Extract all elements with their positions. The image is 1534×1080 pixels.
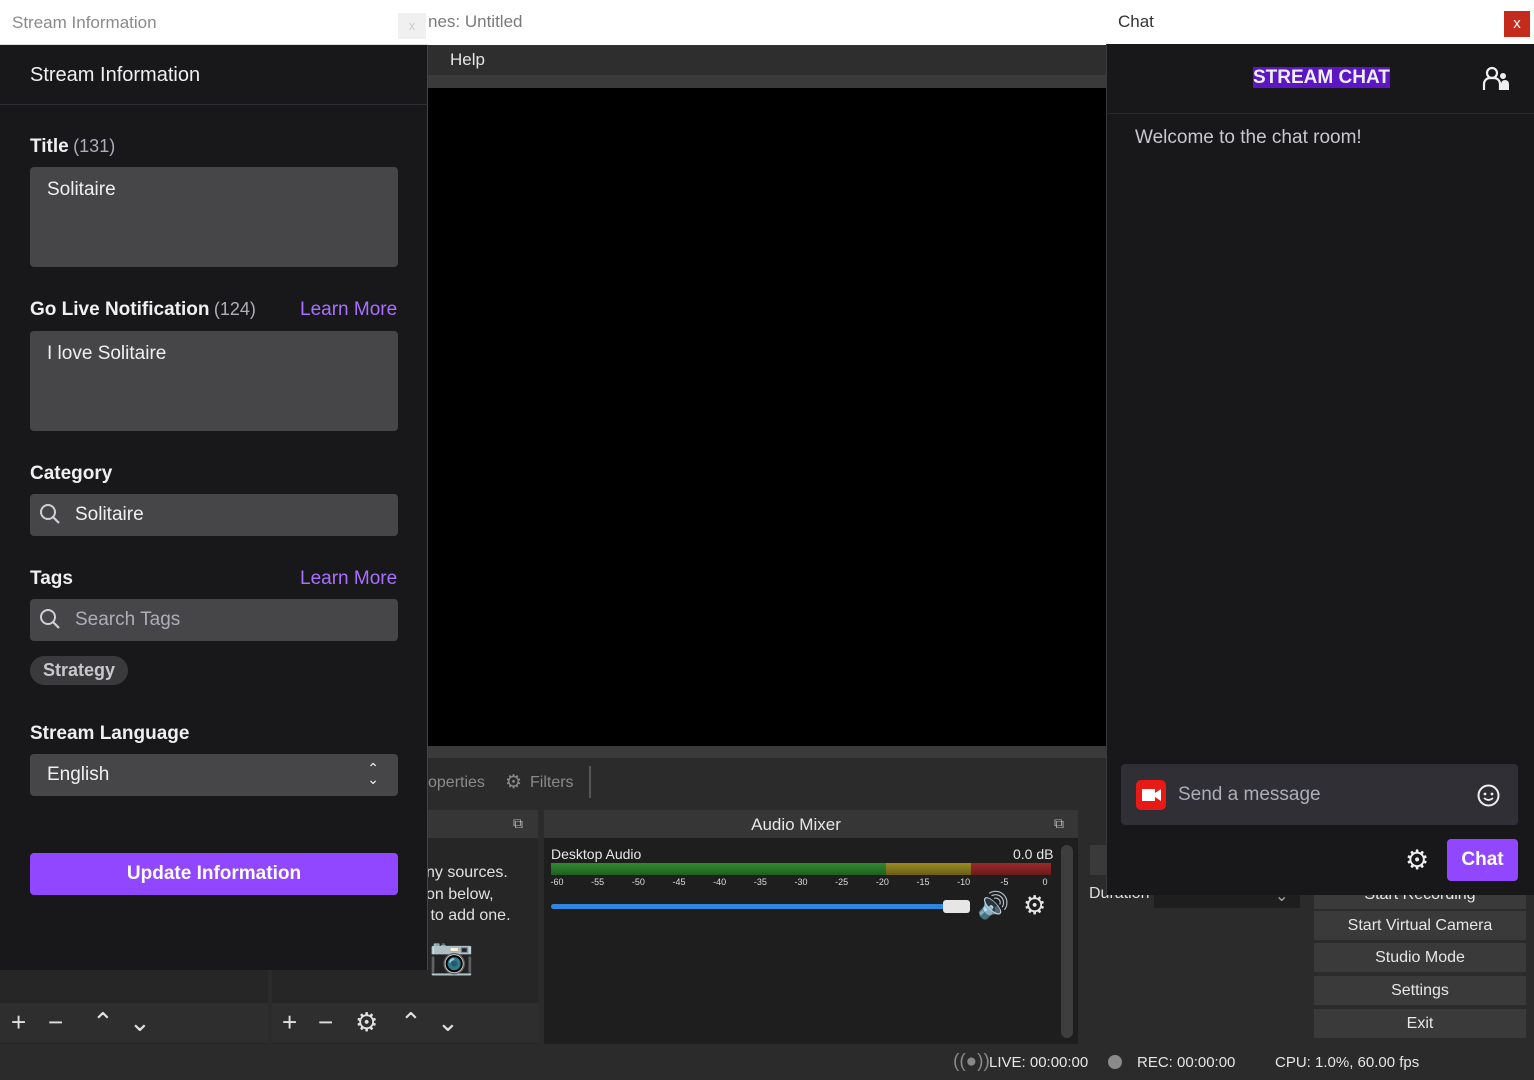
tags-label: Tags [30,568,73,589]
notification-value: I love Solitaire [47,343,167,364]
mixer-scrollbar[interactable] [1061,845,1073,1038]
meter-tick-label: -50 [631,877,645,887]
camera-icon: 📷 [429,935,481,976]
notification-label-row: Go Live Notification (124) [30,299,256,321]
meter-tick-label: -15 [916,877,930,887]
source-properties-gear-icon[interactable]: ⚙ [355,1005,378,1039]
language-value: English [47,764,110,785]
meter-tick-label: 0 [1042,877,1048,887]
source-down-icon[interactable]: ⌄ [437,1005,459,1039]
sources-empty-hint: ny sources. on below, to add one. [426,864,511,924]
chat-close-button[interactable]: x [1504,11,1530,37]
add-scene-icon[interactable]: + [11,1005,26,1039]
search-icon [40,504,60,524]
meter-tick-label: -35 [753,877,767,887]
live-broadcast-icon: ((●)) [953,1051,990,1072]
chat-titlebar [1106,0,1534,44]
meter-tick-label: -55 [591,877,605,887]
tags-placeholder: Search Tags [75,609,181,630]
select-chevrons-icon: ⌃ ⌄ [367,760,379,787]
studio-mode-button[interactable]: Studio Mode [1314,943,1526,972]
meter-tick-label: -30 [794,877,808,887]
language-label: Stream Language [30,723,190,744]
meter-yellow-zone [886,863,971,875]
settings-button[interactable]: Settings [1314,976,1526,1005]
notification-textarea[interactable]: I love Solitaire [30,331,398,431]
meter-tick-label: -25 [835,877,849,887]
stream-info-heading: Stream Information [30,64,201,86]
obs-window-title: nes: Untitled [428,12,523,31]
audio-source-name: Desktop Audio [551,846,642,862]
chat-welcome-message: Welcome to the chat room! [1135,127,1362,148]
rec-timer: REC: 00:00:00 [1137,1054,1236,1071]
title-textarea[interactable]: Solitaire [30,167,398,267]
scene-up-icon[interactable]: ⌃ [92,1005,114,1039]
live-timer: LIVE: 00:00:00 [989,1054,1089,1071]
add-source-icon[interactable]: + [282,1005,297,1039]
meter-red-zone [971,863,1051,875]
record-dot-icon [1108,1055,1122,1069]
chat-heading: STREAM CHAT [1253,67,1390,88]
meter-tick-label: -60 [550,877,564,887]
meter-tick-label: -5 [1000,877,1009,887]
title-label: Title [30,136,69,157]
update-information-button[interactable]: Update Information [30,853,398,895]
meter-tick-label: -20 [875,877,889,887]
exit-button[interactable]: Exit [1314,1009,1526,1038]
category-value: Solitaire [75,504,144,525]
meter-tick-labels: -60 -55 -50 -45 -40 -35 -30 -25 -20 -15 -10 -5 0 [550,877,1051,889]
meter-tick-label: -40 [713,877,727,887]
chat-settings-gear-icon[interactable]: ⚙ [1405,845,1429,876]
filters-button[interactable]: Filters [530,774,574,792]
speaker-icon[interactable]: 🔊 [977,890,1009,921]
remove-scene-icon[interactable]: − [48,1005,63,1039]
language-select[interactable]: English ⌃ ⌄ [30,754,398,796]
emote-icon[interactable] [1476,783,1501,808]
source-up-icon[interactable]: ⌃ [400,1005,422,1039]
cpu-usage: CPU: 1.0%, 60.00 fps [1275,1054,1420,1071]
menu-help[interactable]: Help [450,50,485,70]
meter-tick-label: -10 [957,877,971,887]
audio-db-value: 0.0 dB [1013,846,1054,862]
chat-send-button[interactable]: Chat [1447,839,1518,881]
meter-green-zone [551,863,886,875]
title-char-count: (131) [73,136,116,156]
stream-info-close-button[interactable]: x [398,13,426,39]
scene-down-icon[interactable]: ⌄ [129,1005,151,1039]
category-label: Category [30,463,113,484]
camera-icon[interactable] [1136,780,1166,810]
stream-info-window-title: Stream Information [12,13,157,32]
title-value: Solitaire [47,179,116,200]
chat-window-title: Chat [1118,12,1154,31]
tag-chip[interactable]: Strategy [30,656,128,685]
audio-settings-gear-icon[interactable]: ⚙ [1023,890,1046,921]
category-search-input[interactable]: Solitaire [30,494,398,536]
title-label-row: Title (131) [30,136,115,158]
users-icon[interactable] [1482,66,1510,92]
sources-popout-icon[interactable]: ⧉ [513,815,523,832]
notification-label: Go Live Notification [30,299,210,320]
tags-learn-more-link[interactable]: Learn More [300,568,397,590]
mixer-popout-icon[interactable]: ⧉ [1054,815,1064,832]
audio-level-meter [551,863,1051,875]
meter-tick-label: -45 [672,877,686,887]
tags-search-input[interactable]: Search Tags [30,599,398,641]
chat-message-placeholder: Send a message [1178,784,1321,805]
notification-char-count: (124) [213,299,256,319]
filters-icon[interactable]: ⚙ [505,771,522,794]
notification-learn-more-link[interactable]: Learn More [300,299,397,321]
properties-button[interactable]: operties [428,774,485,792]
toolbar-divider [589,766,591,798]
start-virtual-camera-button[interactable]: Start Virtual Camera [1314,911,1526,940]
search-icon [40,609,60,629]
audio-mixer-title: Audio Mixer [751,815,841,834]
preview-canvas[interactable] [428,88,1108,746]
volume-slider-handle[interactable] [943,900,970,913]
volume-slider-track[interactable] [551,904,951,909]
remove-source-icon[interactable]: − [318,1005,333,1039]
